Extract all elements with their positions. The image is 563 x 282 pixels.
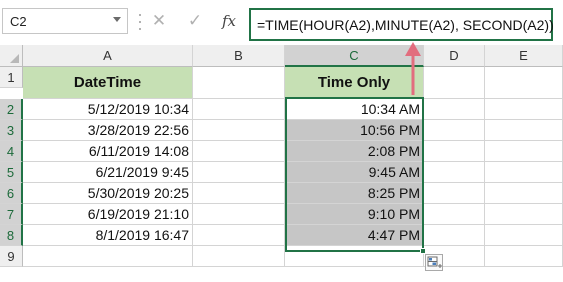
cell-d5[interactable]	[424, 162, 485, 183]
cell-e8[interactable]	[485, 225, 563, 246]
cell-d8[interactable]	[424, 225, 485, 246]
cell-c3[interactable]: 10:56 PM	[285, 120, 424, 141]
cell-b4[interactable]	[193, 141, 285, 162]
cell-a8[interactable]: 8/1/2019 16:47	[23, 225, 193, 246]
cell-e5[interactable]	[485, 162, 563, 183]
row-header-9[interactable]: 9	[0, 246, 23, 267]
column-header-d[interactable]: D	[424, 45, 485, 67]
name-box[interactable]: C2	[2, 8, 128, 34]
quick-analysis-button[interactable]	[425, 254, 443, 271]
column-header-c[interactable]: C	[285, 45, 424, 67]
row-header-7[interactable]: 7	[0, 204, 23, 225]
cell-e1[interactable]	[485, 67, 563, 99]
select-all-button[interactable]	[0, 45, 23, 67]
cell-e6[interactable]	[485, 183, 563, 204]
formula-buttons: ✕ ✓ fx	[146, 8, 246, 34]
enter-icon[interactable]: ✓	[182, 8, 208, 34]
name-box-value: C2	[10, 14, 27, 29]
cell-c2[interactable]: 10:34 AM	[285, 99, 424, 120]
cell-b2[interactable]	[193, 99, 285, 120]
cell-a9[interactable]	[23, 246, 193, 267]
column-header-b[interactable]: B	[193, 45, 285, 67]
worksheet-grid: A B C D E 1 2 3 4 5 6 7 8 9 DateTime Tim…	[0, 45, 563, 282]
row-header-8[interactable]: 8	[0, 225, 23, 246]
quick-analysis-icon	[427, 256, 442, 268]
cell-a7[interactable]: 6/19/2019 21:10	[23, 204, 193, 225]
cell-b9[interactable]	[193, 246, 285, 267]
cell-a5[interactable]: 6/21/2019 9:45	[23, 162, 193, 183]
splitter-handle[interactable]	[138, 14, 142, 30]
row-header-4[interactable]: 4	[0, 141, 23, 162]
cell-e3[interactable]	[485, 120, 563, 141]
column-header-e[interactable]: E	[485, 45, 563, 67]
cell-a3[interactable]: 3/28/2019 22:56	[23, 120, 193, 141]
cell-a6[interactable]: 5/30/2019 20:25	[23, 183, 193, 204]
cell-d7[interactable]	[424, 204, 485, 225]
cell-a1[interactable]: DateTime	[23, 67, 193, 99]
cell-c7[interactable]: 9:10 PM	[285, 204, 424, 225]
row-header-1[interactable]: 1	[0, 67, 23, 88]
cell-b3[interactable]	[193, 120, 285, 141]
row-header-5[interactable]: 5	[0, 162, 23, 183]
cell-a2[interactable]: 5/12/2019 10:34	[23, 99, 193, 120]
formula-bar-area: C2 ✕ ✓ fx =TIME(HOUR(A2),MINUTE(A2), SEC…	[0, 0, 563, 45]
insert-function-icon[interactable]: fx	[216, 8, 242, 34]
cell-d2[interactable]	[424, 99, 485, 120]
cell-e9[interactable]	[485, 246, 563, 267]
cell-b6[interactable]	[193, 183, 285, 204]
cell-c5[interactable]: 9:45 AM	[285, 162, 424, 183]
cell-b5[interactable]	[193, 162, 285, 183]
cell-e2[interactable]	[485, 99, 563, 120]
cell-b8[interactable]	[193, 225, 285, 246]
cell-d6[interactable]	[424, 183, 485, 204]
cell-c9[interactable]	[285, 246, 424, 267]
column-header-a[interactable]: A	[23, 45, 193, 67]
row-header-3[interactable]: 3	[0, 120, 23, 141]
cell-b7[interactable]	[193, 204, 285, 225]
formula-text: =TIME(HOUR(A2),MINUTE(A2), SECOND(A2))	[257, 17, 554, 33]
cancel-icon[interactable]: ✕	[146, 8, 172, 34]
cell-c6[interactable]: 8:25 PM	[285, 183, 424, 204]
row-header-2[interactable]: 2	[0, 99, 23, 120]
cell-c1[interactable]: Time Only	[285, 67, 424, 99]
cell-a4[interactable]: 6/11/2019 14:08	[23, 141, 193, 162]
cell-d1[interactable]	[424, 67, 485, 99]
cell-b1[interactable]	[193, 67, 285, 99]
chevron-down-icon[interactable]	[113, 17, 121, 22]
cell-e7[interactable]	[485, 204, 563, 225]
cell-e4[interactable]	[485, 141, 563, 162]
cell-d3[interactable]	[424, 120, 485, 141]
cell-d4[interactable]	[424, 141, 485, 162]
formula-input[interactable]: =TIME(HOUR(A2),MINUTE(A2), SECOND(A2))	[249, 8, 554, 41]
cell-c4[interactable]: 2:08 PM	[285, 141, 424, 162]
row-header-6[interactable]: 6	[0, 183, 23, 204]
cell-c8[interactable]: 4:47 PM	[285, 225, 424, 246]
